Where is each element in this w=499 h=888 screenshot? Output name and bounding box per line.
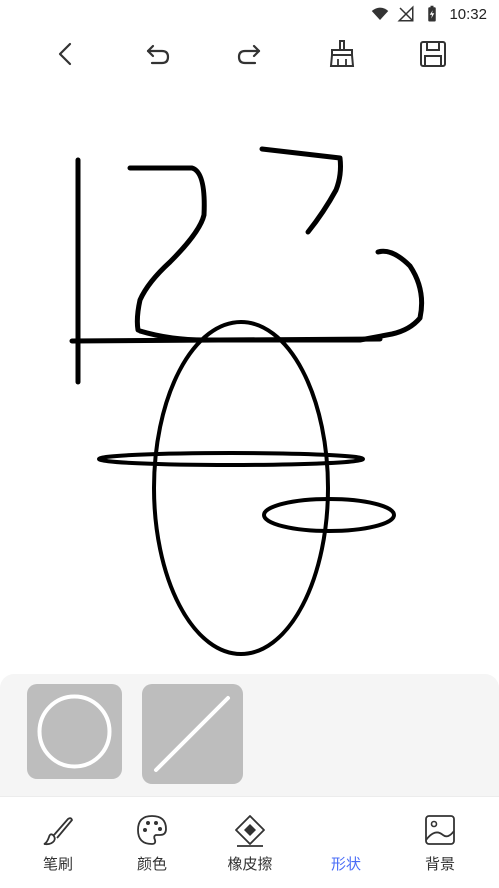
shape-nav-spacer: [329, 813, 363, 847]
nav-eraser[interactable]: 橡皮擦: [210, 813, 290, 883]
palette-icon: [137, 815, 167, 845]
wide-ellipse: [97, 451, 365, 467]
clear-canvas-button[interactable]: [324, 36, 360, 72]
stroke-z: [259, 146, 343, 235]
big-ellipse: [152, 320, 330, 656]
save-icon: [420, 41, 446, 67]
toolbar: [0, 30, 499, 76]
wifi-icon: [372, 7, 389, 20]
status-time: 10:32: [449, 5, 487, 23]
battery-icon: [428, 5, 437, 22]
nav-color[interactable]: 颜色: [112, 813, 192, 883]
bottom-nav: 笔刷 颜色 橡皮擦 形状 背景: [0, 796, 499, 888]
redo-button[interactable]: [231, 36, 267, 72]
nav-eraser-label: 橡皮擦: [227, 855, 273, 873]
nav-background-label: 背景: [424, 855, 455, 873]
drawing-canvas[interactable]: [0, 80, 499, 670]
save-button[interactable]: [415, 36, 451, 72]
stroke-two: [127, 165, 207, 333]
status-bar: 10:32: [0, 0, 499, 28]
line-shape-icon: [154, 696, 230, 772]
eraser-icon: [235, 815, 265, 847]
nav-background[interactable]: 背景: [400, 813, 480, 883]
undo-icon: [146, 44, 170, 65]
broom-icon: [329, 40, 355, 67]
nav-color-label: 颜色: [136, 855, 167, 873]
nav-shape-label: 形状: [330, 855, 361, 873]
nav-shape[interactable]: 形状: [306, 813, 386, 883]
nav-brush[interactable]: 笔刷: [18, 813, 98, 883]
undo-button[interactable]: [140, 36, 176, 72]
nav-brush-label: 笔刷: [42, 855, 73, 873]
no-signal-icon: [397, 5, 414, 22]
brush-icon: [43, 817, 73, 846]
circle-shape-icon: [37, 694, 112, 769]
shape-panel: [0, 674, 499, 796]
back-button[interactable]: [48, 36, 84, 72]
redo-icon: [237, 44, 261, 65]
back-arrow-icon: [58, 42, 72, 66]
shape-circle-option[interactable]: [27, 684, 122, 779]
stroke-cloud: [137, 248, 425, 343]
drawing-strokes: [69, 146, 425, 656]
image-icon: [425, 815, 455, 845]
shape-line-option[interactable]: [142, 684, 243, 784]
